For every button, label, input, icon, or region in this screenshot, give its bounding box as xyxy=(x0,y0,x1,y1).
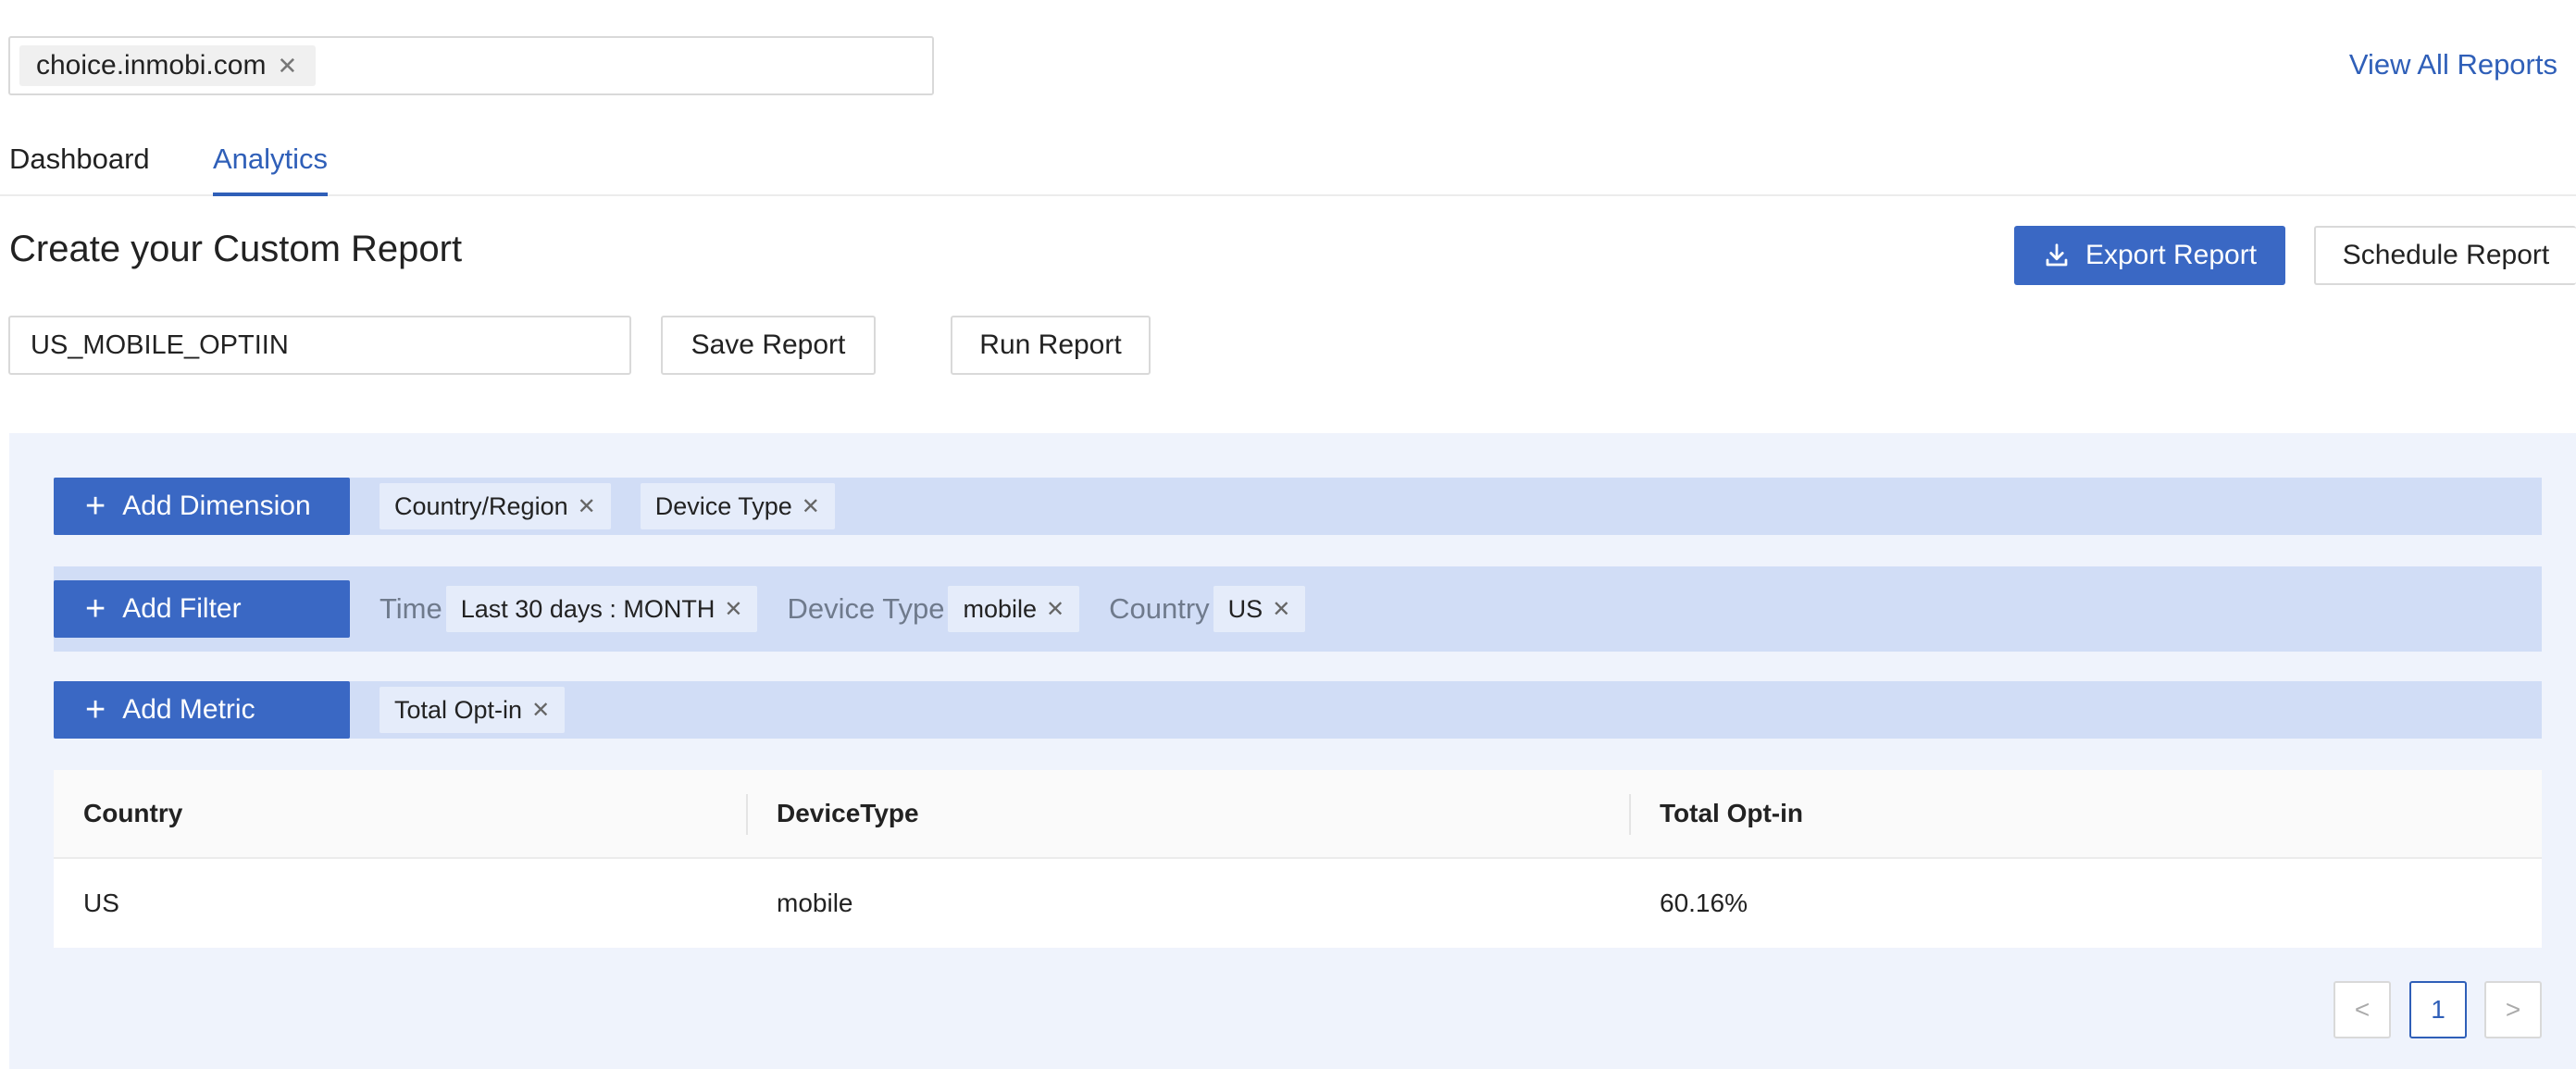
column-divider xyxy=(1629,794,1631,835)
table-cell: mobile xyxy=(777,889,853,917)
filter-label-time: Time xyxy=(380,592,442,625)
plus-icon: + xyxy=(85,590,106,628)
pagination-next-button[interactable]: > xyxy=(2484,981,2542,1038)
table-cell: US xyxy=(83,889,119,917)
download-icon xyxy=(2046,243,2068,267)
tab-analytics[interactable]: Analytics xyxy=(213,143,329,196)
dimension-bar: + Add Dimension Country/Region ✕ Device … xyxy=(54,478,2542,535)
add-filter-label: Add Filter xyxy=(122,593,242,624)
table-header: Country DeviceType Total Opt-in xyxy=(54,770,2542,859)
filter-chip-country: US ✕ xyxy=(1213,586,1306,632)
filter-label-country: Country xyxy=(1109,592,1210,625)
site-tag: choice.inmobi.com ✕ xyxy=(19,45,317,86)
schedule-report-button[interactable]: Schedule Report xyxy=(2314,226,2576,285)
column-header-country[interactable]: Country xyxy=(83,799,182,828)
column-header-devicetype[interactable]: DeviceType xyxy=(777,799,919,828)
add-dimension-label: Add Dimension xyxy=(122,491,311,521)
filter-chip-value: mobile xyxy=(963,594,1038,623)
dimension-chip: Device Type ✕ xyxy=(640,483,835,529)
plus-icon: + xyxy=(85,690,106,729)
tab-dashboard[interactable]: Dashboard xyxy=(9,143,150,193)
table-row: US mobile 60.16% xyxy=(54,859,2542,948)
close-icon[interactable]: ✕ xyxy=(1272,596,1290,623)
dimension-chip-label: Device Type xyxy=(654,491,792,520)
close-icon[interactable]: ✕ xyxy=(277,52,297,81)
filter-chip-device-type: mobile ✕ xyxy=(948,586,1080,632)
add-metric-label: Add Metric xyxy=(122,694,255,725)
close-icon[interactable]: ✕ xyxy=(724,596,742,623)
export-report-label: Export Report xyxy=(2084,240,2258,270)
site-selector[interactable]: choice.inmobi.com ✕ xyxy=(8,36,934,95)
close-icon[interactable]: ✕ xyxy=(578,493,596,520)
add-filter-button[interactable]: + Add Filter xyxy=(54,580,350,638)
metric-bar: + Add Metric Total Opt-in ✕ xyxy=(54,681,2542,739)
add-dimension-button[interactable]: + Add Dimension xyxy=(54,478,350,535)
site-tag-label: choice.inmobi.com xyxy=(36,50,267,81)
dimension-chip-label: Country/Region xyxy=(394,491,568,520)
report-builder-panel: + Add Dimension Country/Region ✕ Device … xyxy=(9,433,2576,1069)
report-table: Country DeviceType Total Opt-in US mobil… xyxy=(54,770,2542,948)
export-report-button[interactable]: Export Report xyxy=(2014,226,2285,285)
filter-chip-value: Last 30 days : MONTH xyxy=(460,594,716,623)
column-header-total-optin[interactable]: Total Opt-in xyxy=(1660,799,1803,828)
close-icon[interactable]: ✕ xyxy=(1046,596,1064,623)
pagination-page-1[interactable]: 1 xyxy=(2409,981,2467,1038)
filter-chip-value: US xyxy=(1227,594,1263,623)
metric-chip-label: Total Opt-in xyxy=(394,695,523,724)
close-icon[interactable]: ✕ xyxy=(531,697,550,724)
page-title: Create your Custom Report xyxy=(9,229,463,269)
filter-label-device-type: Device Type xyxy=(787,592,945,625)
metric-chip: Total Opt-in ✕ xyxy=(380,687,566,733)
view-all-reports-link[interactable]: View All Reports xyxy=(2349,48,2557,81)
run-report-button[interactable]: Run Report xyxy=(951,316,1151,375)
tab-bar: Dashboard Analytics xyxy=(0,139,2576,196)
save-report-button[interactable]: Save Report xyxy=(661,316,876,375)
close-icon[interactable]: ✕ xyxy=(802,493,820,520)
report-name-input[interactable] xyxy=(8,316,631,375)
column-divider xyxy=(746,794,748,835)
filter-chip-time: Last 30 days : MONTH ✕ xyxy=(445,586,758,632)
plus-icon: + xyxy=(85,487,106,526)
add-metric-button[interactable]: + Add Metric xyxy=(54,681,350,739)
pagination-prev-button[interactable]: < xyxy=(2333,981,2391,1038)
table-cell: 60.16% xyxy=(1660,889,1748,917)
filter-bar: + Add Filter Time Last 30 days : MONTH ✕… xyxy=(54,566,2542,652)
dimension-chip: Country/Region ✕ xyxy=(380,483,611,529)
